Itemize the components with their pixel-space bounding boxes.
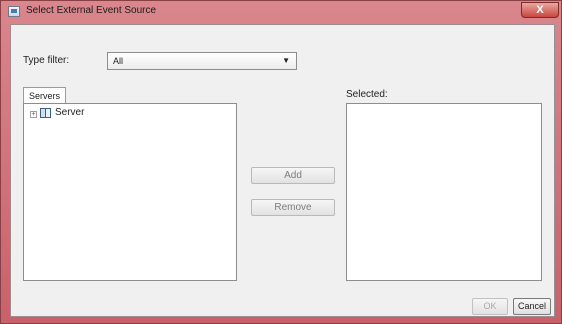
servers-tree[interactable]: + Server (23, 103, 237, 281)
dialog-content: Type filter: All ▼ Servers + Server Add … (10, 24, 555, 317)
tab-servers[interactable]: Servers (23, 87, 66, 104)
remove-button[interactable]: Remove (251, 199, 335, 216)
tree-node-label: Server (55, 107, 85, 118)
server-icon (39, 107, 52, 119)
dialog-window: Select External Event Source X Type filt… (0, 0, 562, 324)
type-filter-select[interactable]: All ▼ (107, 52, 297, 70)
cancel-button[interactable]: Cancel (513, 298, 551, 315)
type-filter-value: All (113, 56, 124, 66)
chevron-down-icon: ▼ (282, 56, 290, 65)
add-button[interactable]: Add (251, 167, 335, 184)
ok-button[interactable]: OK (472, 298, 508, 315)
selected-list[interactable] (346, 103, 542, 281)
title-bar[interactable]: Select External Event Source X (1, 1, 561, 23)
type-filter-label: Type filter: (23, 55, 70, 66)
window-title: Select External Event Source (26, 5, 157, 16)
selected-label: Selected: (346, 89, 388, 100)
expand-icon[interactable]: + (30, 111, 37, 118)
window-app-icon (8, 6, 20, 17)
close-button[interactable]: X (521, 2, 559, 18)
